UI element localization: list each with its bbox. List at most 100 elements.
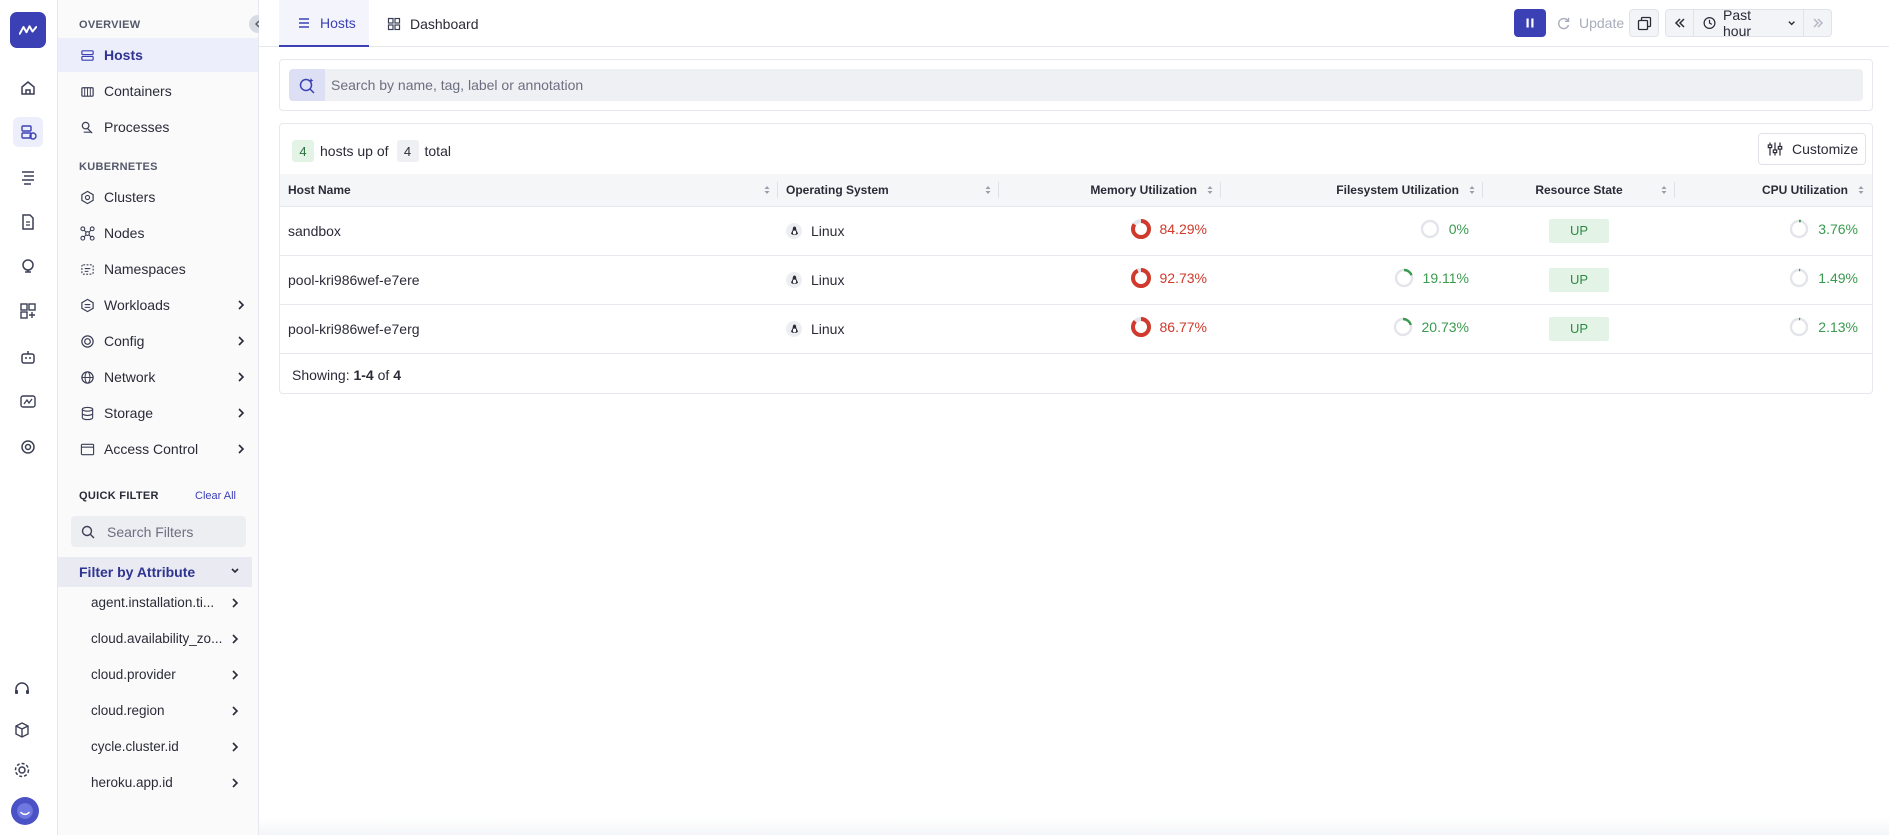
pause-button[interactable] xyxy=(1514,9,1546,37)
host-name-cell[interactable]: sandbox xyxy=(280,206,778,256)
filter-by-attribute-toggle[interactable]: Filter by Attribute xyxy=(58,557,252,587)
column-header-memory-utilization[interactable]: Memory Utilization xyxy=(999,174,1221,207)
column-header-cpu-utilization[interactable]: CPU Utilization xyxy=(1675,174,1872,207)
clear-all-link[interactable]: Clear All xyxy=(195,490,236,502)
cpu-value: 1.49% xyxy=(1818,270,1858,286)
column-header-resource-state[interactable]: Resource State xyxy=(1483,174,1675,207)
tab-dashboard[interactable]: Dashboard xyxy=(387,0,487,47)
nav-item-clusters[interactable]: Clusters xyxy=(58,180,258,214)
tab-label: Dashboard xyxy=(410,15,479,32)
nav-item-label: Nodes xyxy=(104,225,145,241)
memory-cell: 92.73% xyxy=(999,255,1221,305)
robot-icon[interactable] xyxy=(17,346,39,368)
memory-value: 84.29% xyxy=(1159,221,1207,237)
resource-state-cell: UP xyxy=(1483,304,1675,354)
pagination-summary: Showing: 1-4 of 4 xyxy=(292,367,401,383)
update-label: Update xyxy=(1579,15,1625,31)
app-logo-icon[interactable] xyxy=(10,12,46,48)
cpu-cell: 2.13% xyxy=(1675,304,1872,354)
avatar[interactable] xyxy=(11,797,39,825)
attribute-label: cloud.provider xyxy=(91,666,176,682)
host-name-cell[interactable]: pool-kri986wef-e7ere xyxy=(280,255,778,305)
window-icon xyxy=(79,441,95,457)
infrastructure-icon[interactable] xyxy=(13,117,43,147)
apm-icon[interactable] xyxy=(17,391,39,413)
search-icon xyxy=(81,525,95,538)
table-row[interactable]: sandbox Linux 84.29% 0% UP 3.76% xyxy=(280,206,1872,256)
attribute-item[interactable]: cloud.region xyxy=(58,695,252,725)
nav-item-workloads[interactable]: Workloads xyxy=(58,288,258,322)
copy-button[interactable] xyxy=(1629,9,1659,37)
cpu-gauge xyxy=(1790,219,1809,239)
table-row[interactable]: pool-kri986wef-e7ere Linux 92.73% 19.11%… xyxy=(280,255,1872,305)
os-label: Linux xyxy=(811,320,845,337)
gear-icon[interactable] xyxy=(11,759,33,781)
globe-icon xyxy=(79,369,95,385)
host-search-input[interactable] xyxy=(331,77,1831,93)
nav-item-config[interactable]: Config xyxy=(58,324,258,358)
chip-icon[interactable] xyxy=(17,436,39,458)
server-icon xyxy=(79,47,95,63)
nav-item-network[interactable]: Network xyxy=(58,360,258,394)
os-label: Linux xyxy=(811,271,845,288)
filesystem-value: 20.73% xyxy=(1421,319,1469,335)
column-header-label: CPU Utilization xyxy=(1762,182,1848,197)
nav-item-label: Hosts xyxy=(104,47,143,63)
nav-item-namespaces[interactable]: Namespaces xyxy=(58,252,258,286)
time-prev-button[interactable] xyxy=(1666,10,1694,36)
nav-item-label: Workloads xyxy=(104,297,170,313)
time-range-dropdown[interactable]: Past hour xyxy=(1694,7,1803,39)
attribute-item[interactable]: cloud.provider xyxy=(58,659,252,689)
customize-button[interactable]: Customize xyxy=(1758,133,1866,165)
monitor-icon[interactable] xyxy=(17,255,39,277)
nav-item-label: Access Control xyxy=(104,441,199,457)
package-icon[interactable] xyxy=(11,719,33,741)
column-header-label: Host Name xyxy=(288,182,351,197)
ai-search-icon[interactable] xyxy=(289,69,325,101)
column-header-filesystem-utilization[interactable]: Filesystem Utilization xyxy=(1221,174,1483,207)
copy-icon xyxy=(1637,16,1651,30)
showing-of: of xyxy=(377,367,390,383)
column-header-host-name[interactable]: Host Name xyxy=(280,174,778,207)
resource-state-cell: UP xyxy=(1483,206,1675,256)
overview-section-label: OVERVIEW xyxy=(79,19,141,31)
host-name-cell[interactable]: pool-kri986wef-e7erg xyxy=(280,304,778,354)
attribute-item[interactable]: heroku.app.id xyxy=(58,767,252,797)
nav-item-processes[interactable]: Processes xyxy=(58,110,258,144)
database-icon xyxy=(79,405,95,421)
status-badge: UP xyxy=(1549,218,1609,243)
attribute-item[interactable]: agent.installation.ti... xyxy=(58,587,252,617)
nav-item-storage[interactable]: Storage xyxy=(58,396,258,430)
chevron-right-icon xyxy=(238,300,245,310)
attribute-item[interactable]: cloud.availability_zo... xyxy=(58,623,252,653)
nodes-icon xyxy=(79,225,95,241)
chevron-right-icon xyxy=(232,742,239,752)
logs-icon[interactable] xyxy=(17,166,39,188)
nav-item-nodes[interactable]: Nodes xyxy=(58,216,258,250)
memory-gauge xyxy=(1130,219,1151,239)
bottom-edge xyxy=(259,818,1889,835)
search-filters-input[interactable] xyxy=(107,523,237,540)
document-icon[interactable] xyxy=(17,211,39,233)
column-header-operating-system[interactable]: Operating System xyxy=(778,174,999,207)
nav-item-access-control[interactable]: Access Control xyxy=(58,432,258,466)
cluster-icon xyxy=(79,189,95,205)
filter-search-box xyxy=(71,516,246,547)
nav-item-hosts[interactable]: Hosts xyxy=(58,38,258,72)
tab-hosts[interactable]: Hosts xyxy=(279,0,369,47)
time-next-button[interactable] xyxy=(1803,10,1831,36)
nav-item-label: Containers xyxy=(104,83,172,99)
headset-icon[interactable] xyxy=(11,678,33,700)
chevron-right-icon xyxy=(238,372,245,382)
container-icon xyxy=(79,83,95,99)
home-icon[interactable] xyxy=(17,77,39,99)
attribute-item[interactable]: cycle.cluster.id xyxy=(58,731,252,761)
dashboards-icon[interactable] xyxy=(17,300,39,322)
table-row[interactable]: pool-kri986wef-e7erg Linux 86.77% 20.73%… xyxy=(280,304,1872,354)
memory-gauge xyxy=(1130,317,1151,337)
filesystem-cell: 20.73% xyxy=(1221,304,1483,354)
nav-item-containers[interactable]: Containers xyxy=(58,74,258,108)
update-button[interactable]: Update xyxy=(1556,9,1628,37)
gauge-track xyxy=(1790,268,1809,288)
nav-item-label: Storage xyxy=(104,405,154,421)
